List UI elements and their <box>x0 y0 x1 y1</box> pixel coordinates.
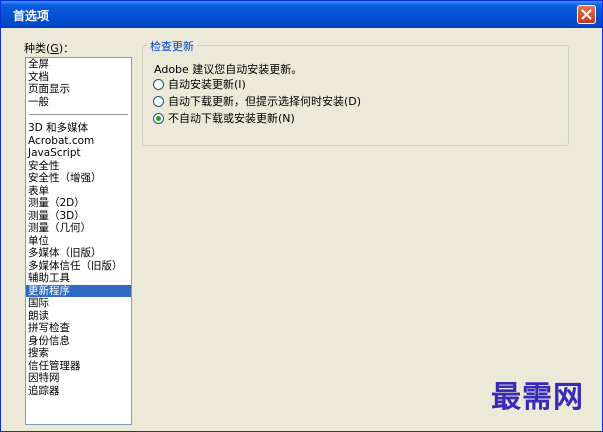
list-item[interactable]: 辅助工具 <box>26 272 131 285</box>
list-item[interactable]: 全屏 <box>26 58 131 71</box>
update-description: Adobe 建议您自动安装更新。 <box>154 63 303 76</box>
list-item[interactable]: 3D 和多媒体 <box>26 122 131 135</box>
dialog-body: 种类(G)： 全屏 文档 页面显示 一般 3D 和多媒体 Acrobat.com… <box>4 28 599 428</box>
list-item[interactable]: 拼写检查 <box>26 322 131 335</box>
list-item[interactable]: 身份信息 <box>26 335 131 348</box>
preferences-dialog: 首选项 种类(G)： 全屏 文档 页面显示 一般 3D 和多媒体 Acrobat… <box>0 0 603 432</box>
list-item[interactable]: 表单 <box>26 185 131 198</box>
list-item-selected[interactable]: 更新程序 <box>26 284 131 297</box>
category-list[interactable]: 全屏 文档 页面显示 一般 3D 和多媒体 Acrobat.com JavaSc… <box>25 57 132 425</box>
list-item[interactable]: 安全性 <box>26 160 131 173</box>
radio-button[interactable] <box>153 79 164 90</box>
list-item[interactable]: 搜索 <box>26 347 131 360</box>
close-icon <box>581 9 592 20</box>
list-item[interactable]: 因特网 <box>26 372 131 385</box>
radio-label: 不自动下载或安装更新(N) <box>168 112 295 125</box>
close-button[interactable] <box>577 5 596 24</box>
list-item[interactable]: 测量（2D） <box>26 197 131 210</box>
watermark: 最需网 <box>491 380 584 415</box>
list-item[interactable]: Acrobat.com <box>26 135 131 148</box>
list-item[interactable]: 测量（几何） <box>26 222 131 235</box>
list-item[interactable]: 信任管理器 <box>26 360 131 373</box>
list-item[interactable]: 测量（3D） <box>26 210 131 223</box>
radio-button[interactable] <box>153 96 164 107</box>
categories-label: 种类(G)： <box>24 42 75 55</box>
list-item[interactable]: 追踪器 <box>26 385 131 398</box>
list-item[interactable]: 朗读 <box>26 310 131 323</box>
radio-label: 自动安装更新(I) <box>168 78 246 91</box>
window-title: 首选项 <box>13 9 50 23</box>
radio-button-checked[interactable] <box>153 113 164 124</box>
list-item[interactable]: 多媒体（旧版） <box>26 247 131 260</box>
list-item[interactable]: 一般 <box>26 96 131 109</box>
title-bar[interactable]: 首选项 <box>1 1 602 28</box>
list-item[interactable]: JavaScript <box>26 147 131 160</box>
radio-label: 自动下载更新，但提示选择何时安装(D) <box>168 95 362 108</box>
group-title: 检查更新 <box>147 38 197 54</box>
list-item[interactable]: 文档 <box>26 71 131 84</box>
list-separator <box>29 114 128 115</box>
list-item[interactable]: 单位 <box>26 235 131 248</box>
list-item[interactable]: 多媒体信任（旧版） <box>26 260 131 273</box>
list-item[interactable]: 页面显示 <box>26 83 131 96</box>
list-item[interactable]: 国际 <box>26 297 131 310</box>
list-item[interactable]: 安全性（增强） <box>26 172 131 185</box>
